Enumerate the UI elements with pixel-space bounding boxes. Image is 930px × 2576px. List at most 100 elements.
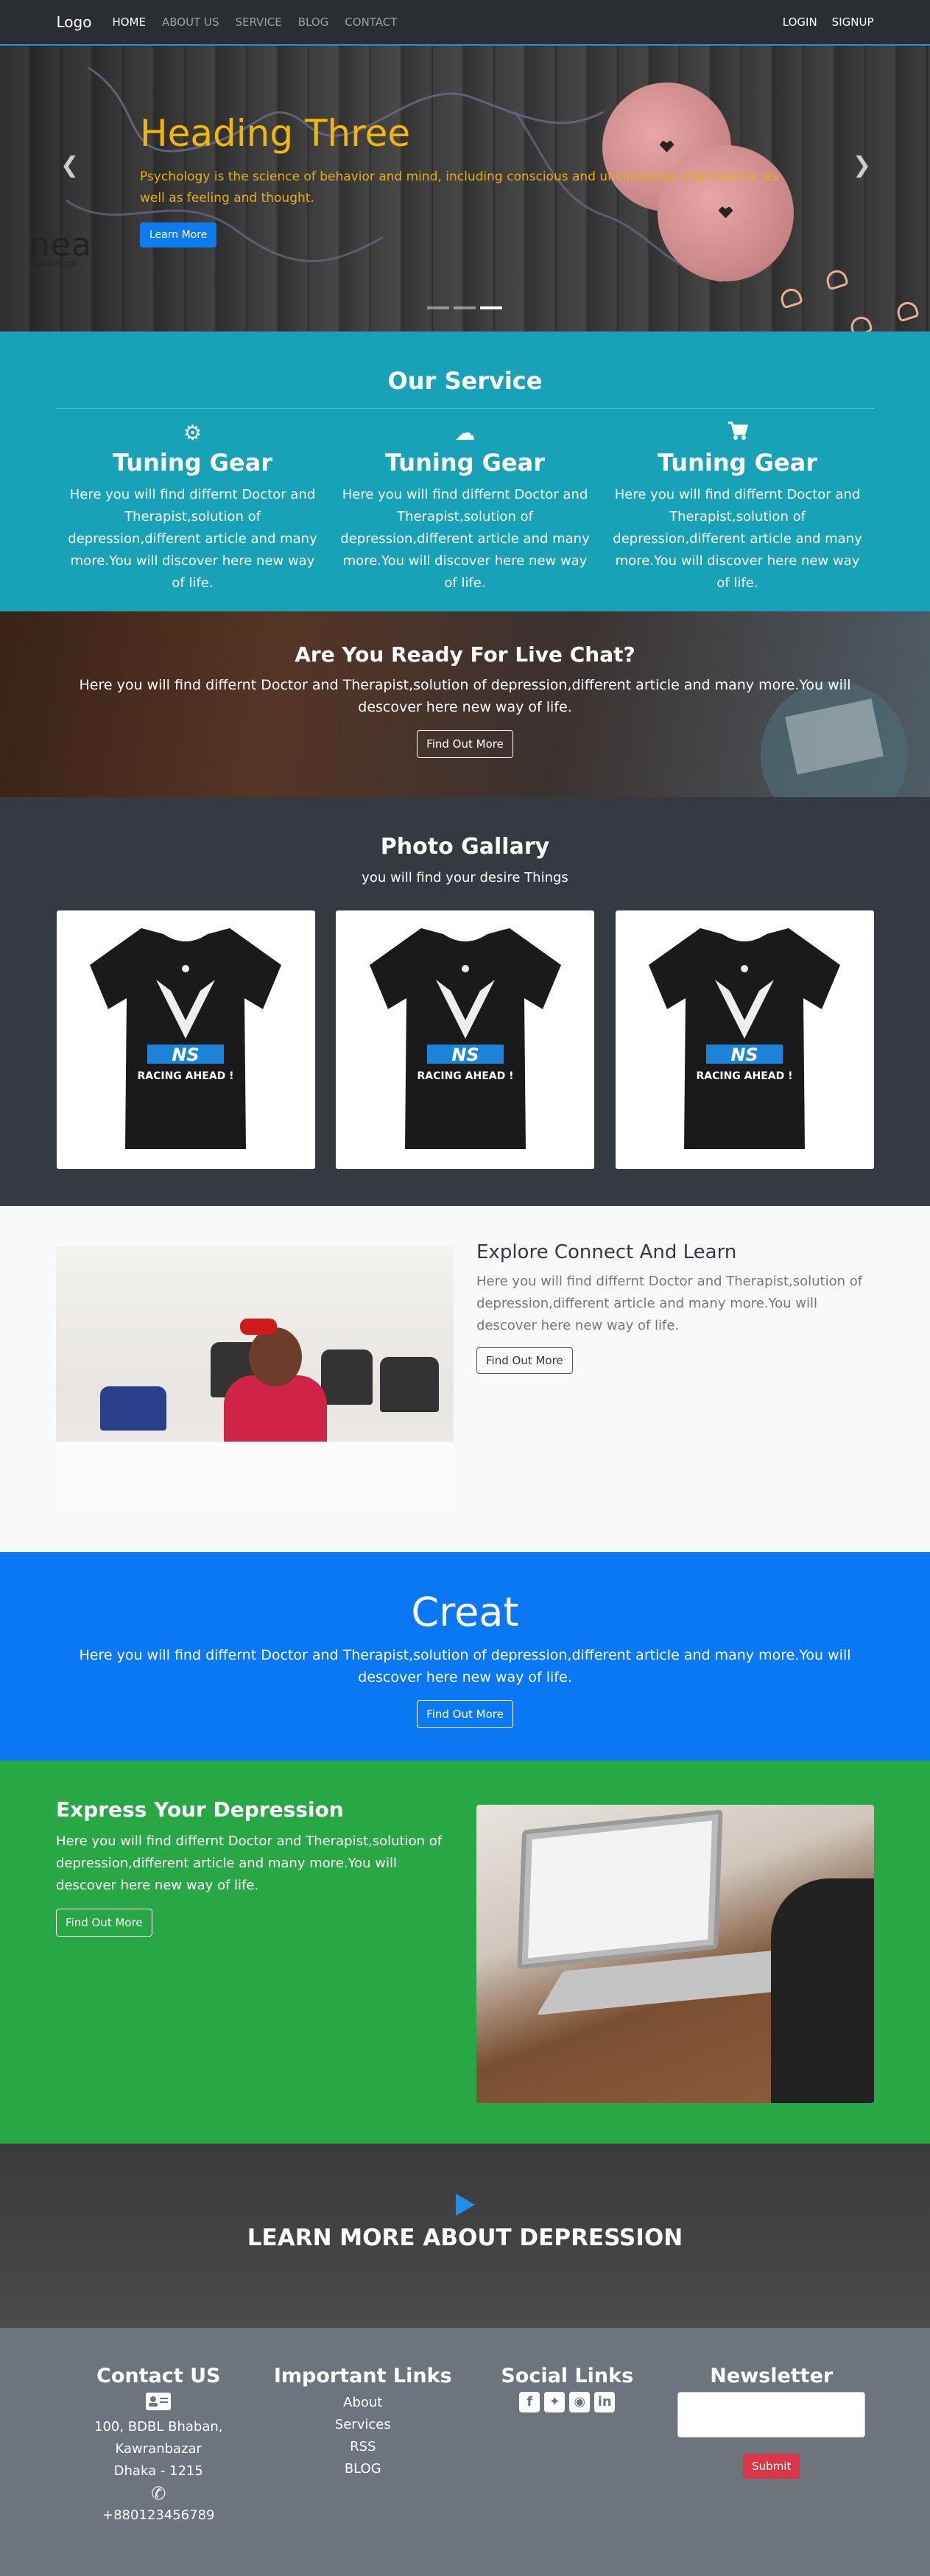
tshirt-image: NS RACING AHEAD ! xyxy=(649,928,840,1149)
find-out-more-button[interactable]: Find Out More xyxy=(476,1347,573,1374)
gears-icon: ⚙ xyxy=(183,421,202,445)
social-title: Social Links xyxy=(501,2365,634,2387)
address-line: 100, BDBL Bhaban, xyxy=(94,2419,223,2435)
find-out-more-button[interactable]: Find Out More xyxy=(417,730,513,758)
chair-shape xyxy=(100,1386,166,1431)
service-item-text: Here you will find differnt Doctor and T… xyxy=(613,487,862,591)
carousel-indicator[interactable] xyxy=(427,306,449,309)
submit-button[interactable]: Submit xyxy=(743,2454,800,2479)
find-out-more-button[interactable]: Find Out More xyxy=(56,1909,152,1937)
service-item: Tuning Gear Here you will find differnt … xyxy=(602,421,874,594)
footer-link-rss[interactable]: RSS xyxy=(261,2436,465,2458)
shirt-slogan-text: RACING AHEAD ! xyxy=(696,1070,792,1082)
address-line: Kawranbazar xyxy=(115,2441,202,2457)
service-item-title: Tuning Gear xyxy=(657,449,817,477)
hero-carousel: nea NEARCLE.COM Heading Three Psychology… xyxy=(0,46,930,331)
gallery-image[interactable]: NS RACING AHEAD ! xyxy=(56,910,315,1169)
footer-link-services[interactable]: Services xyxy=(261,2414,465,2436)
shirt-logo-text: NS xyxy=(730,1045,758,1065)
address-card-icon xyxy=(57,2392,261,2416)
carousel-indicators xyxy=(427,306,502,309)
laptop-user-image xyxy=(476,1805,874,2103)
service-item-text: Here you will find differnt Doctor and T… xyxy=(68,487,317,591)
nav-home[interactable]: HOME xyxy=(112,15,146,29)
instagram-icon[interactable]: ◉ xyxy=(569,2392,591,2412)
play-icon[interactable] xyxy=(455,2194,475,2216)
hero-title: Heading Three xyxy=(140,112,411,155)
explore-section: Explore Connect And Learn Here you will … xyxy=(0,1206,930,1552)
service-title: Our Service xyxy=(387,367,543,395)
service-section: Our Service ⚙ Tuning Gear Here you will … xyxy=(0,331,930,611)
shirt-slogan-text: RACING AHEAD ! xyxy=(417,1070,513,1082)
address-line: Dhaka - 1215 xyxy=(113,2463,203,2479)
nav-service[interactable]: SERVICE xyxy=(236,15,282,29)
live-chat-title: Are You Ready For Live Chat? xyxy=(295,642,635,667)
twitter-icon[interactable]: ✦ xyxy=(544,2392,566,2412)
footer-contact: Contact US 100, BDBL Bhaban, Kawranbazar… xyxy=(57,2365,261,2527)
creat-text: Here you will find differnt Doctor and T… xyxy=(79,1647,851,1685)
girl-head xyxy=(249,1327,302,1386)
footer-link-about[interactable]: About xyxy=(261,2392,465,2414)
footer: Contact US 100, BDBL Bhaban, Kawranbazar… xyxy=(0,2328,930,2576)
gallery-image[interactable]: NS RACING AHEAD ! xyxy=(336,910,594,1169)
nav-contact[interactable]: CONTACT xyxy=(345,15,397,29)
live-chat-text: Here you will find differnt Doctor and T… xyxy=(79,677,851,715)
chevron-right-icon[interactable]: ❯ xyxy=(853,152,871,178)
chevron-left-icon[interactable]: ❮ xyxy=(60,152,79,178)
linkedin-icon[interactable]: in xyxy=(594,2392,616,2412)
tshirt-image: NS RACING AHEAD ! xyxy=(90,928,281,1149)
express-section: Express Your Depression Here you will fi… xyxy=(0,1761,930,2144)
cloud-icon: ☁ xyxy=(454,421,476,445)
service-list: ⚙ Tuning Gear Here you will find differn… xyxy=(57,421,874,594)
express-text: Here you will find differnt Doctor and T… xyxy=(56,1833,443,1893)
phone-icon: ✆ xyxy=(151,2483,166,2504)
express-title: Express Your Depression xyxy=(56,1797,344,1822)
carousel-indicator-active[interactable] xyxy=(480,306,502,309)
gallery-image[interactable]: NS RACING AHEAD ! xyxy=(615,910,874,1169)
photo-gallery-section: Photo Gallary you will find your desire … xyxy=(0,797,930,1206)
facebook-icon[interactable]: f xyxy=(519,2392,540,2412)
footer-social: Social Links f ✦ ◉ in xyxy=(465,2365,670,2527)
newsletter-title: Newsletter xyxy=(710,2365,834,2387)
shirt-logo-text: NS xyxy=(172,1045,199,1065)
find-out-more-button[interactable]: Find Out More xyxy=(417,1700,513,1728)
gallery-grid: NS RACING AHEAD ! NS RACING AHEAD ! NS R xyxy=(56,910,874,1169)
service-item: ☁ Tuning Gear Here you will find differn… xyxy=(329,421,602,594)
watermark-logo: nea NEARCLE.COM xyxy=(29,226,92,268)
hero-caption: Heading Three Psychology is the science … xyxy=(140,112,803,248)
explore-text: Here you will find differnt Doctor and T… xyxy=(476,1274,863,1333)
person-shape xyxy=(771,1878,874,2103)
signup-link[interactable]: SIGNUP xyxy=(832,15,874,29)
service-item-title: Tuning Gear xyxy=(112,449,272,477)
explore-content: Explore Connect And Learn Here you will … xyxy=(476,1241,874,1374)
brand-logo[interactable]: Logo xyxy=(57,13,92,31)
login-link[interactable]: LOGIN xyxy=(783,15,817,29)
phone-number: +880123456789 xyxy=(102,2507,215,2523)
nav-auth: LOGIN SIGNUP xyxy=(783,15,874,29)
newsletter-input[interactable] xyxy=(677,2392,866,2438)
service-item-title: Tuning Gear xyxy=(384,449,545,477)
chair-shape xyxy=(321,1350,373,1405)
gallery-title: Photo Gallary xyxy=(380,834,550,860)
girl-drawing-image xyxy=(56,1246,454,1512)
carousel-indicator[interactable] xyxy=(454,306,476,309)
service-item-text: Here you will find differnt Doctor and T… xyxy=(340,487,590,591)
table-surface xyxy=(56,1442,454,1512)
nav-links: HOME ABOUT US SERVICE BLOG CONTACT xyxy=(112,15,397,29)
gallery-subtitle: you will find your desire Things xyxy=(362,870,568,885)
learn-more-button[interactable]: Learn More xyxy=(140,222,217,248)
nav-blog[interactable]: BLOG xyxy=(298,15,329,29)
links-title: Important Links xyxy=(273,2365,452,2387)
nav-about-us[interactable]: ABOUT US xyxy=(162,15,219,29)
navbar: Logo HOME ABOUT US SERVICE BLOG CONTACT … xyxy=(0,0,930,46)
footer-link-blog[interactable]: BLOG xyxy=(261,2458,465,2480)
watermark-text: nea xyxy=(29,226,92,264)
creat-title: Creat xyxy=(411,1589,519,1635)
chair-shape xyxy=(380,1357,439,1412)
divider xyxy=(56,408,874,409)
learn-more-section: LEARN MORE ABOUT DEPRESSION xyxy=(0,2144,930,2328)
shirt-slogan-text: RACING AHEAD ! xyxy=(137,1070,233,1082)
contact-title: Contact US xyxy=(96,2365,221,2387)
service-item: ⚙ Tuning Gear Here you will find differn… xyxy=(57,421,329,594)
cart-icon xyxy=(612,421,864,446)
